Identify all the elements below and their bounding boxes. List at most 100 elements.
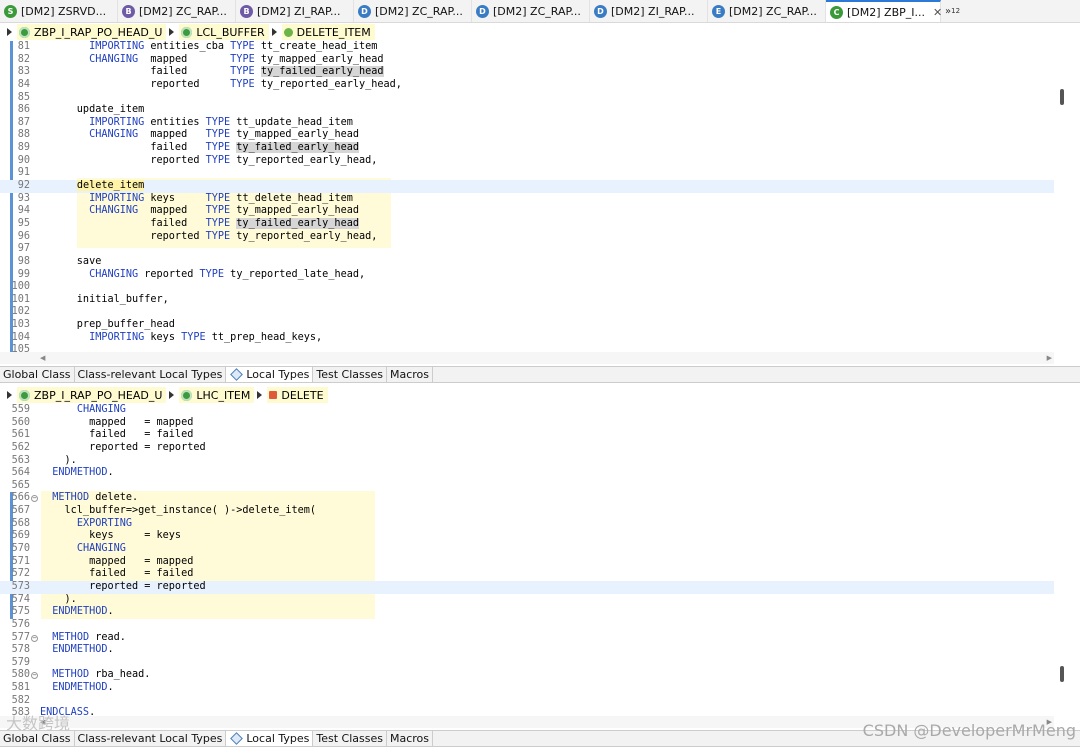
editor-tab[interactable]: B [DM2] ZC_RAP... — [118, 0, 236, 22]
line-number: 97 — [17, 243, 30, 255]
editor-tab-label: [DM2] ZC_RAP... — [493, 4, 581, 18]
watermark: CSDN @DeveloperMrMeng — [862, 721, 1076, 740]
editor-tab-label: [DM2] ZC_RAP... — [375, 4, 463, 18]
fold-toggle-icon[interactable]: − — [31, 495, 38, 503]
horizontal-scrollbar[interactable]: ◀ ▶ — [0, 352, 1054, 364]
breadcrumb-separator-icon — [271, 28, 277, 36]
code-text: METHOD rba_head. — [52, 669, 151, 681]
breadcrumb-separator-icon — [169, 28, 175, 36]
editor-tab[interactable]: B [DM2] ZI_RAP... — [236, 0, 354, 22]
line-number: 104 — [11, 331, 30, 343]
code-text: prep_buffer_head — [40, 319, 175, 331]
bottom-code-editor[interactable]: 559 CHANGING 560 mapped = mapped 561 faile… — [0, 404, 1080, 716]
breadcrumb-expand-icon[interactable] — [7, 391, 12, 399]
part-tab[interactable]: Test Classes — [313, 731, 387, 746]
editor-tab[interactable]: E [DM2] ZC_RAP... — [708, 0, 826, 22]
breadcrumb-expand-icon[interactable] — [7, 28, 12, 36]
line-number: 564 — [11, 467, 30, 479]
editor-tab-label: [DM2] ZC_RAP... — [139, 4, 227, 18]
cds-view-icon: D — [594, 4, 607, 18]
code-text: CHANGING — [76, 543, 126, 555]
code-text: delete_item — [76, 180, 145, 192]
code-line: 82 CHANGING mapped TYPE ty_mapped_early_… — [0, 54, 1054, 67]
part-tab-label: Test Classes — [316, 732, 383, 745]
editor-tab[interactable]: C [DM2] ZBP_I... ✕ — [826, 0, 942, 22]
code-text: mapped = mapped — [40, 555, 194, 567]
class-icon: C — [830, 5, 843, 19]
code-text: CHANGING reported TYPE ty_reported_late_… — [89, 268, 366, 280]
line-number: 84 — [17, 78, 30, 90]
vertical-scrollbar[interactable] — [1054, 41, 1080, 352]
fold-toggle-icon[interactable]: − — [31, 634, 38, 642]
editor-tab-label: [DM2] ZI_RAP... — [257, 4, 341, 18]
green-service-icon: S — [4, 4, 17, 18]
line-number: 570 — [11, 543, 30, 555]
vertical-scrollbar[interactable] — [1054, 404, 1080, 716]
part-tab-label: Test Classes — [316, 368, 383, 381]
code-text: ). — [40, 454, 77, 466]
code-text: ENDMETHOD. — [52, 606, 114, 618]
code-text: METHOD read. — [52, 631, 126, 643]
fold-toggle-icon[interactable]: − — [31, 672, 38, 680]
code-line: 92 delete_item — [0, 180, 1054, 193]
part-tab-label: Macros — [389, 368, 430, 381]
part-tab[interactable]: Test Classes — [313, 367, 387, 382]
code-text: failed TYPE ty_failed_early_head — [40, 142, 359, 154]
breadcrumb-local-class[interactable]: LHC_ITEM — [179, 387, 255, 403]
line-number: 83 — [17, 66, 30, 78]
class-icon — [181, 389, 193, 401]
editor-tab[interactable]: D [DM2] ZC_RAP... — [472, 0, 590, 22]
line-number: 88 — [17, 129, 30, 141]
breadcrumb-class[interactable]: ZBP_I_RAP_PO_HEAD_U — [17, 387, 167, 403]
code-line: 573 reported = reported — [0, 580, 1054, 594]
code-text: CHANGING mapped TYPE ty_mapped_early_hea… — [89, 129, 359, 141]
line-number: 562 — [11, 441, 30, 453]
close-icon[interactable]: ✕ — [933, 6, 942, 19]
code-line: 86 update_item — [0, 104, 1054, 117]
code-line: 564 ENDMETHOD. — [0, 467, 1054, 480]
tab-overflow-button[interactable]: » 12 — [941, 0, 964, 22]
code-line: 102 — [0, 306, 1054, 319]
code-line: 569 keys = keys — [0, 530, 1054, 543]
part-tab[interactable]: Local Types — [226, 731, 314, 746]
code-text: mapped = mapped — [40, 416, 194, 428]
breadcrumb-separator-icon — [169, 391, 175, 399]
metadata-extension-icon: E — [712, 4, 725, 18]
code-line: 83 failed TYPE ty_failed_early_head — [0, 66, 1054, 79]
line-number: 89 — [17, 142, 30, 154]
code-text: CHANGING — [76, 404, 126, 415]
line-number: 96 — [17, 230, 30, 242]
code-line: 88 CHANGING mapped TYPE ty_mapped_early_… — [0, 129, 1054, 142]
code-line: 576 — [0, 619, 1054, 632]
part-tab[interactable]: Macros — [387, 731, 434, 746]
part-tab[interactable]: Global Class — [0, 367, 75, 382]
part-tab[interactable]: Local Types — [226, 367, 314, 382]
top-code-editor[interactable]: 81 IMPORTING entities_cba TYPE tt_create… — [0, 41, 1080, 352]
line-number: 100 — [11, 281, 30, 293]
editor-tab[interactable]: S [DM2] ZSRVD... — [0, 0, 118, 22]
line-number: 571 — [11, 555, 30, 567]
editor-tab[interactable]: D [DM2] ZI_RAP... — [590, 0, 708, 22]
code-text: reported TYPE ty_reported_early_head, — [40, 230, 378, 242]
code-line: 81 IMPORTING entities_cba TYPE tt_create… — [0, 41, 1054, 54]
code-text: reported = reported — [40, 580, 206, 592]
code-text: lcl_buffer=>get_instance( )->delete_item… — [40, 505, 317, 517]
code-line: 570 CHANGING — [0, 543, 1054, 556]
line-number: 569 — [11, 530, 30, 542]
breadcrumb-local-class[interactable]: LCL_BUFFER — [179, 24, 269, 40]
code-line: 85 — [0, 92, 1054, 105]
part-tab[interactable]: Class-relevant Local Types — [75, 731, 227, 746]
code-text: initial_buffer, — [40, 293, 169, 305]
editor-tab[interactable]: D [DM2] ZC_RAP... — [354, 0, 472, 22]
part-tab[interactable]: Class-relevant Local Types — [75, 367, 227, 382]
breadcrumb-method[interactable]: DELETE_ITEM — [281, 24, 375, 40]
line-number: 86 — [17, 104, 30, 116]
code-line: 566 METHOD delete. − — [0, 492, 1054, 505]
breadcrumb-method[interactable]: DELETE — [267, 387, 328, 403]
line-number: 95 — [17, 217, 30, 229]
code-line: 93 IMPORTING keys TYPE tt_delete_head_it… — [0, 193, 1054, 206]
part-tab[interactable]: Macros — [387, 367, 434, 382]
code-line: 91 — [0, 167, 1054, 180]
code-text: reported TYPE ty_reported_early_head, — [40, 154, 378, 166]
breadcrumb-class[interactable]: ZBP_I_RAP_PO_HEAD_U — [17, 24, 167, 40]
